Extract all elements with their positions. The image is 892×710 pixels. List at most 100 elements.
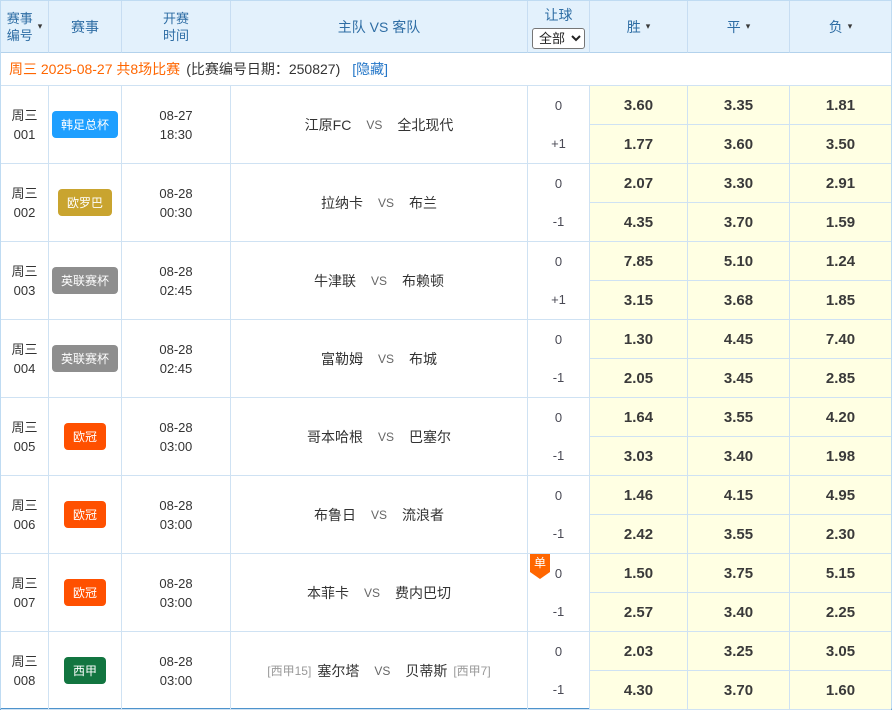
hide-link[interactable]: [隐藏] bbox=[352, 59, 388, 79]
lose-odds-line1[interactable]: 4.20 bbox=[790, 398, 891, 437]
draw-odds-line2[interactable]: 3.55 bbox=[688, 515, 789, 553]
draw-odds-line2[interactable]: 3.60 bbox=[688, 125, 789, 163]
column-header-win[interactable]: 胜 ▾ bbox=[590, 1, 688, 53]
match-time: 03:00 bbox=[160, 437, 193, 456]
away-team[interactable]: 巴塞尔 bbox=[409, 427, 451, 447]
win-odds-line1[interactable]: 1.64 bbox=[590, 398, 687, 437]
draw-odds-cell: 3.25 3.70 bbox=[688, 632, 790, 710]
draw-odds-line1[interactable]: 4.15 bbox=[688, 476, 789, 515]
lose-odds-line2[interactable]: 3.50 bbox=[790, 125, 891, 163]
draw-odds-line2[interactable]: 3.40 bbox=[688, 593, 789, 631]
lose-odds-line2[interactable]: 2.85 bbox=[790, 359, 891, 397]
home-team[interactable]: 塞尔塔 bbox=[317, 661, 359, 681]
draw-odds-line1[interactable]: 3.25 bbox=[688, 632, 789, 671]
draw-odds-line2[interactable]: 3.70 bbox=[688, 203, 789, 241]
lose-sort-caret-icon[interactable]: ▾ bbox=[848, 22, 853, 31]
draw-odds-line1[interactable]: 5.10 bbox=[688, 242, 789, 281]
handicap-cell: 0 +1 bbox=[528, 86, 590, 164]
home-team[interactable]: 江原FC bbox=[305, 115, 352, 135]
draw-odds-line1[interactable]: 3.75 bbox=[688, 554, 789, 593]
lose-odds-line1[interactable]: 7.40 bbox=[790, 320, 891, 359]
win-odds-line2[interactable]: 3.03 bbox=[590, 437, 687, 475]
sort-caret-icon[interactable]: ▾ bbox=[38, 22, 43, 31]
column-header-lose[interactable]: 负 ▾ bbox=[790, 1, 891, 53]
lose-odds-line1[interactable]: 1.81 bbox=[790, 86, 891, 125]
league-badge[interactable]: 英联赛杯 bbox=[52, 345, 118, 372]
matchup-cell[interactable]: 江原FC VS 全北现代 bbox=[231, 86, 528, 164]
league-cell: 西甲 bbox=[49, 632, 122, 710]
draw-odds-line2[interactable]: 3.68 bbox=[688, 281, 789, 319]
handicap-line1: 0 bbox=[528, 320, 589, 359]
lose-odds-line2[interactable]: 2.25 bbox=[790, 593, 891, 631]
home-team[interactable]: 本菲卡 bbox=[307, 583, 349, 603]
draw-odds-line1[interactable]: 3.35 bbox=[688, 86, 789, 125]
win-odds-line1[interactable]: 1.50 bbox=[590, 554, 687, 593]
column-header-draw[interactable]: 平 ▾ bbox=[688, 1, 790, 53]
draw-odds-line2[interactable]: 3.70 bbox=[688, 671, 789, 709]
win-odds-line1[interactable]: 1.46 bbox=[590, 476, 687, 515]
matchup-cell[interactable]: 牛津联 VS 布赖顿 bbox=[231, 242, 528, 320]
league-cell: 欧冠 bbox=[49, 398, 122, 476]
matchup-cell[interactable]: 拉纳卡 VS 布兰 bbox=[231, 164, 528, 242]
home-team[interactable]: 拉纳卡 bbox=[321, 193, 363, 213]
win-sort-caret-icon[interactable]: ▾ bbox=[646, 22, 651, 31]
win-odds-line2[interactable]: 3.15 bbox=[590, 281, 687, 319]
away-team[interactable]: 贝蒂斯 bbox=[405, 661, 447, 681]
draw-odds-line2[interactable]: 3.45 bbox=[688, 359, 789, 397]
lose-odds-line1[interactable]: 2.91 bbox=[790, 164, 891, 203]
draw-odds-line1[interactable]: 4.45 bbox=[688, 320, 789, 359]
away-team[interactable]: 费内巴切 bbox=[395, 583, 451, 603]
lose-odds-line1[interactable]: 1.24 bbox=[790, 242, 891, 281]
win-odds-cell: 1.30 2.05 bbox=[590, 320, 688, 398]
away-team[interactable]: 布城 bbox=[409, 349, 437, 369]
handicap-line1: 0 bbox=[528, 164, 589, 203]
win-odds-line1[interactable]: 1.30 bbox=[590, 320, 687, 359]
league-badge[interactable]: 欧罗巴 bbox=[58, 189, 112, 216]
home-team[interactable]: 富勒姆 bbox=[321, 349, 363, 369]
win-odds-line2[interactable]: 4.35 bbox=[590, 203, 687, 241]
draw-sort-caret-icon[interactable]: ▾ bbox=[746, 22, 751, 31]
away-team[interactable]: 布赖顿 bbox=[402, 271, 444, 291]
draw-odds-line2[interactable]: 3.40 bbox=[688, 437, 789, 475]
draw-odds-line1[interactable]: 3.30 bbox=[688, 164, 789, 203]
league-badge[interactable]: 欧冠 bbox=[64, 579, 106, 606]
league-badge[interactable]: 欧冠 bbox=[64, 423, 106, 450]
matchup-cell[interactable]: 布鲁日 VS 流浪者 bbox=[231, 476, 528, 554]
win-odds-line1[interactable]: 3.60 bbox=[590, 86, 687, 125]
lose-odds-line2[interactable]: 1.85 bbox=[790, 281, 891, 319]
draw-odds-line1[interactable]: 3.55 bbox=[688, 398, 789, 437]
matchup-cell[interactable]: 富勒姆 VS 布城 bbox=[231, 320, 528, 398]
handicap-filter-select[interactable]: 全部 bbox=[532, 28, 585, 49]
lose-odds-line2[interactable]: 2.30 bbox=[790, 515, 891, 553]
lose-odds-line2[interactable]: 1.59 bbox=[790, 203, 891, 241]
win-odds-line1[interactable]: 2.03 bbox=[590, 632, 687, 671]
win-odds-line2[interactable]: 2.57 bbox=[590, 593, 687, 631]
league-badge[interactable]: 韩足总杯 bbox=[52, 111, 118, 138]
matchup-cell[interactable]: 哥本哈根 VS 巴塞尔 bbox=[231, 398, 528, 476]
away-team[interactable]: 全北现代 bbox=[397, 115, 453, 135]
lose-odds-line1[interactable]: 3.05 bbox=[790, 632, 891, 671]
home-team[interactable]: 哥本哈根 bbox=[307, 427, 363, 447]
league-badge[interactable]: 欧冠 bbox=[64, 501, 106, 528]
away-team[interactable]: 流浪者 bbox=[402, 505, 444, 525]
league-badge[interactable]: 英联赛杯 bbox=[52, 267, 118, 294]
matchup-cell[interactable]: [西甲15] 塞尔塔 VS 贝蒂斯 [西甲7] bbox=[231, 632, 528, 710]
win-odds-line2[interactable]: 2.42 bbox=[590, 515, 687, 553]
win-odds-line1[interactable]: 2.07 bbox=[590, 164, 687, 203]
vs-label: VS bbox=[371, 274, 387, 288]
matchup-cell[interactable]: 本菲卡 VS 费内巴切 bbox=[231, 554, 528, 632]
win-odds-line2[interactable]: 2.05 bbox=[590, 359, 687, 397]
lose-odds-line1[interactable]: 5.15 bbox=[790, 554, 891, 593]
lose-odds-line1[interactable]: 4.95 bbox=[790, 476, 891, 515]
home-team[interactable]: 布鲁日 bbox=[314, 505, 356, 525]
win-odds-line2[interactable]: 1.77 bbox=[590, 125, 687, 163]
lose-odds-line2[interactable]: 1.60 bbox=[790, 671, 891, 709]
away-team[interactable]: 布兰 bbox=[409, 193, 437, 213]
match-date: 08-28 bbox=[159, 184, 192, 203]
lose-odds-line2[interactable]: 1.98 bbox=[790, 437, 891, 475]
home-team[interactable]: 牛津联 bbox=[314, 271, 356, 291]
win-odds-line1[interactable]: 7.85 bbox=[590, 242, 687, 281]
league-badge[interactable]: 西甲 bbox=[64, 657, 106, 684]
column-header-match-number[interactable]: 赛事 编号 ▾ bbox=[1, 1, 49, 53]
win-odds-line2[interactable]: 4.30 bbox=[590, 671, 687, 709]
